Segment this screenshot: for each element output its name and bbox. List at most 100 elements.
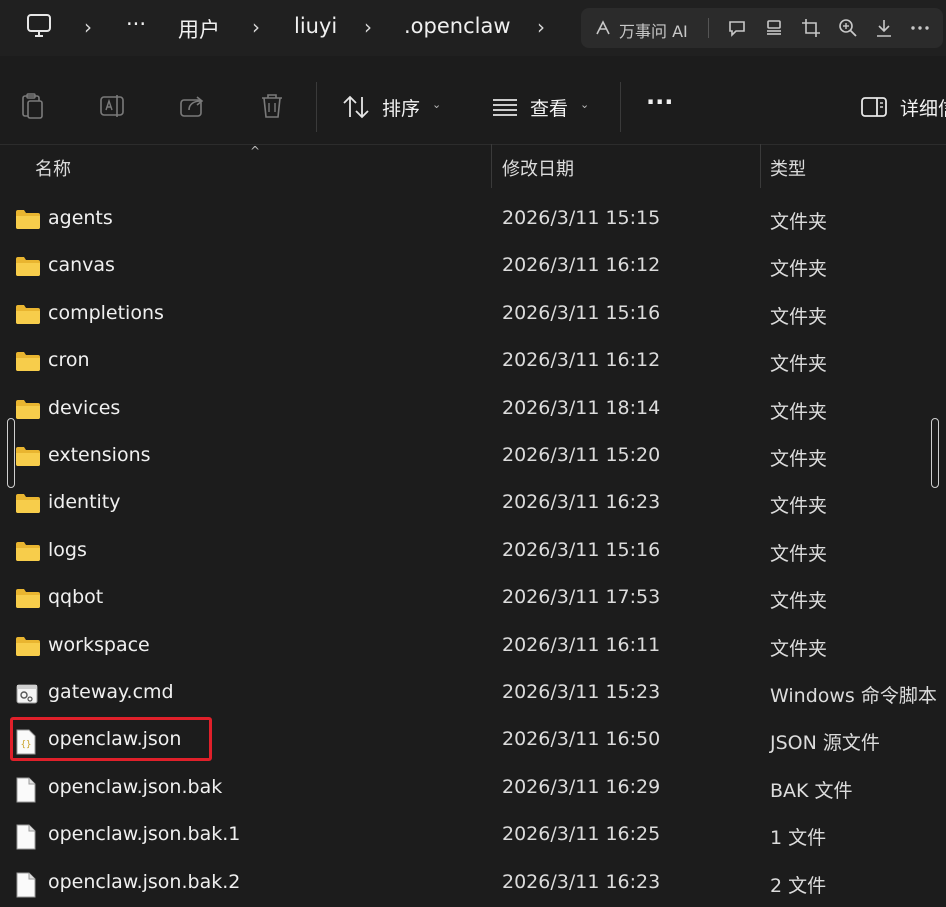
file-row[interactable]: canvas 2026/3/11 16:12 文件夹 (0, 243, 946, 290)
file-name[interactable]: openclaw.json.bak (48, 776, 222, 798)
column-name-header[interactable]: 名称 (35, 155, 71, 181)
details-pane-button[interactable]: 详细信 (860, 92, 946, 122)
details-label: 详细信 (900, 98, 946, 120)
this-pc-icon[interactable] (26, 13, 52, 39)
file-date: 2026/3/11 16:25 (502, 823, 661, 846)
file-type: 文件夹 (770, 353, 828, 376)
file-type: 文件夹 (770, 590, 828, 613)
column-header-row: ^ 名称 修改日期 类型 (0, 144, 946, 190)
folder-icon (15, 445, 41, 471)
breadcrumb-openclaw[interactable]: .openclaw (404, 14, 511, 38)
folder-icon (15, 635, 41, 661)
rename-icon[interactable] (99, 92, 127, 120)
command-bar: 排序 ⌄ 查看 ⌄ ··· 详细信 (0, 66, 946, 145)
column-type-header[interactable]: 类型 (770, 155, 806, 181)
file-row[interactable]: gateway.cmd 2026/3/11 15:23 Windows 命令脚本 (0, 670, 946, 717)
chevron-right-icon[interactable]: › (252, 15, 260, 39)
file-name[interactable]: openclaw.json.bak.2 (48, 871, 240, 893)
file-date: 2026/3/11 16:12 (502, 254, 661, 277)
scroll-indicator-left[interactable] (7, 418, 15, 488)
folder-icon (15, 255, 41, 281)
folder-icon (15, 492, 41, 518)
chevron-right-icon[interactable]: › (84, 15, 92, 39)
column-divider[interactable] (491, 144, 492, 188)
file-name[interactable]: identity (48, 491, 121, 513)
see-more-button[interactable]: ··· (646, 88, 673, 118)
sort-button[interactable]: 排序 ⌄ (340, 92, 450, 122)
file-row[interactable]: cron 2026/3/11 16:12 文件夹 (0, 338, 946, 385)
file-type: 文件夹 (770, 258, 828, 281)
file-icon (15, 872, 37, 902)
sort-ascending-icon: ^ (250, 144, 261, 158)
breadcrumb-users[interactable]: 用户 (178, 14, 220, 44)
divider (620, 82, 621, 132)
paste-icon[interactable] (20, 92, 46, 120)
chevron-down-icon: ⌄ (432, 98, 442, 111)
file-type: 文件夹 (770, 400, 828, 423)
file-type: BAK 文件 (770, 779, 853, 802)
share-icon[interactable] (179, 92, 207, 120)
stack-icon[interactable] (764, 18, 784, 38)
file-date: 2026/3/11 18:14 (502, 396, 661, 419)
file-row[interactable]: completions 2026/3/11 15:16 文件夹 (0, 291, 946, 338)
file-date: 2026/3/11 16:11 (502, 633, 661, 656)
crop-icon[interactable] (801, 18, 821, 38)
file-name[interactable]: qqbot (48, 586, 103, 608)
ai-toolbar: 万事问 AI (581, 8, 943, 48)
file-type: 文件夹 (770, 305, 828, 328)
file-name[interactable]: logs (48, 539, 87, 561)
file-row[interactable]: openclaw.json.bak.1 2026/3/11 16:25 1 文件 (0, 812, 946, 859)
file-date: 2026/3/11 16:29 (502, 775, 661, 798)
download-icon[interactable] (874, 18, 894, 38)
file-date: 2026/3/11 15:16 (502, 301, 661, 324)
file-row[interactable]: identity 2026/3/11 16:23 文件夹 (0, 480, 946, 527)
chevron-right-icon[interactable]: › (364, 15, 372, 39)
file-date: 2026/3/11 15:15 (502, 207, 661, 229)
file-row[interactable]: openclaw.json.bak.2 2026/3/11 16:23 2 文件 (0, 860, 946, 907)
file-name[interactable]: agents (48, 207, 113, 229)
file-row[interactable]: extensions 2026/3/11 15:20 文件夹 (0, 433, 946, 480)
view-button[interactable]: 查看 ⌄ (490, 92, 600, 122)
file-name[interactable]: canvas (48, 254, 115, 276)
comment-icon[interactable] (727, 18, 747, 38)
file-name[interactable]: cron (48, 349, 90, 371)
zoom-in-icon[interactable] (838, 18, 858, 38)
file-date: 2026/3/11 15:23 (502, 681, 661, 703)
file-date: 2026/3/11 16:23 (502, 870, 661, 893)
chevron-down-icon: ⌄ (580, 98, 590, 111)
cmd-script-icon (15, 682, 39, 710)
file-type: 文件夹 (770, 448, 828, 470)
file-icon (15, 824, 37, 854)
file-row[interactable]: openclaw.json.bak 2026/3/11 16:29 BAK 文件 (0, 765, 946, 812)
scroll-indicator-right[interactable] (931, 418, 939, 488)
column-divider[interactable] (760, 144, 761, 188)
file-row[interactable]: agents 2026/3/11 15:15 文件夹 (0, 196, 946, 243)
folder-icon (15, 587, 41, 613)
address-bar: › ··· 用户 › liuyi › .openclaw › 万事问 AI (0, 0, 946, 56)
file-name[interactable]: openclaw.json.bak.1 (48, 823, 240, 845)
file-row[interactable]: logs 2026/3/11 15:16 文件夹 (0, 528, 946, 575)
delete-icon[interactable] (259, 92, 285, 120)
file-type: 文件夹 (770, 542, 828, 565)
more-icon[interactable] (909, 18, 931, 38)
file-row[interactable]: workspace 2026/3/11 16:11 文件夹 (0, 623, 946, 670)
file-name[interactable]: extensions (48, 444, 151, 466)
file-row[interactable]: qqbot 2026/3/11 17:53 文件夹 (0, 575, 946, 622)
file-row[interactable]: devices 2026/3/11 18:14 文件夹 (0, 386, 946, 433)
highlight-annotation (10, 717, 212, 761)
ai-spark-icon[interactable] (593, 18, 613, 38)
view-lines-icon (493, 99, 517, 116)
chevron-right-icon[interactable]: › (537, 15, 545, 39)
file-name[interactable]: gateway.cmd (48, 681, 174, 703)
file-type: 2 文件 (770, 874, 827, 897)
file-type: JSON 源文件 (770, 732, 880, 755)
file-name[interactable]: completions (48, 302, 164, 324)
breadcrumb-overflow[interactable]: ··· (126, 12, 146, 36)
folder-icon (15, 540, 41, 566)
file-name[interactable]: devices (48, 397, 120, 419)
ai-ask-label[interactable]: 万事问 AI (619, 18, 688, 42)
file-name[interactable]: workspace (48, 634, 150, 656)
column-date-header[interactable]: 修改日期 (502, 155, 574, 181)
breadcrumb-liuyi[interactable]: liuyi (294, 14, 337, 38)
sort-label: 排序 (382, 98, 421, 120)
